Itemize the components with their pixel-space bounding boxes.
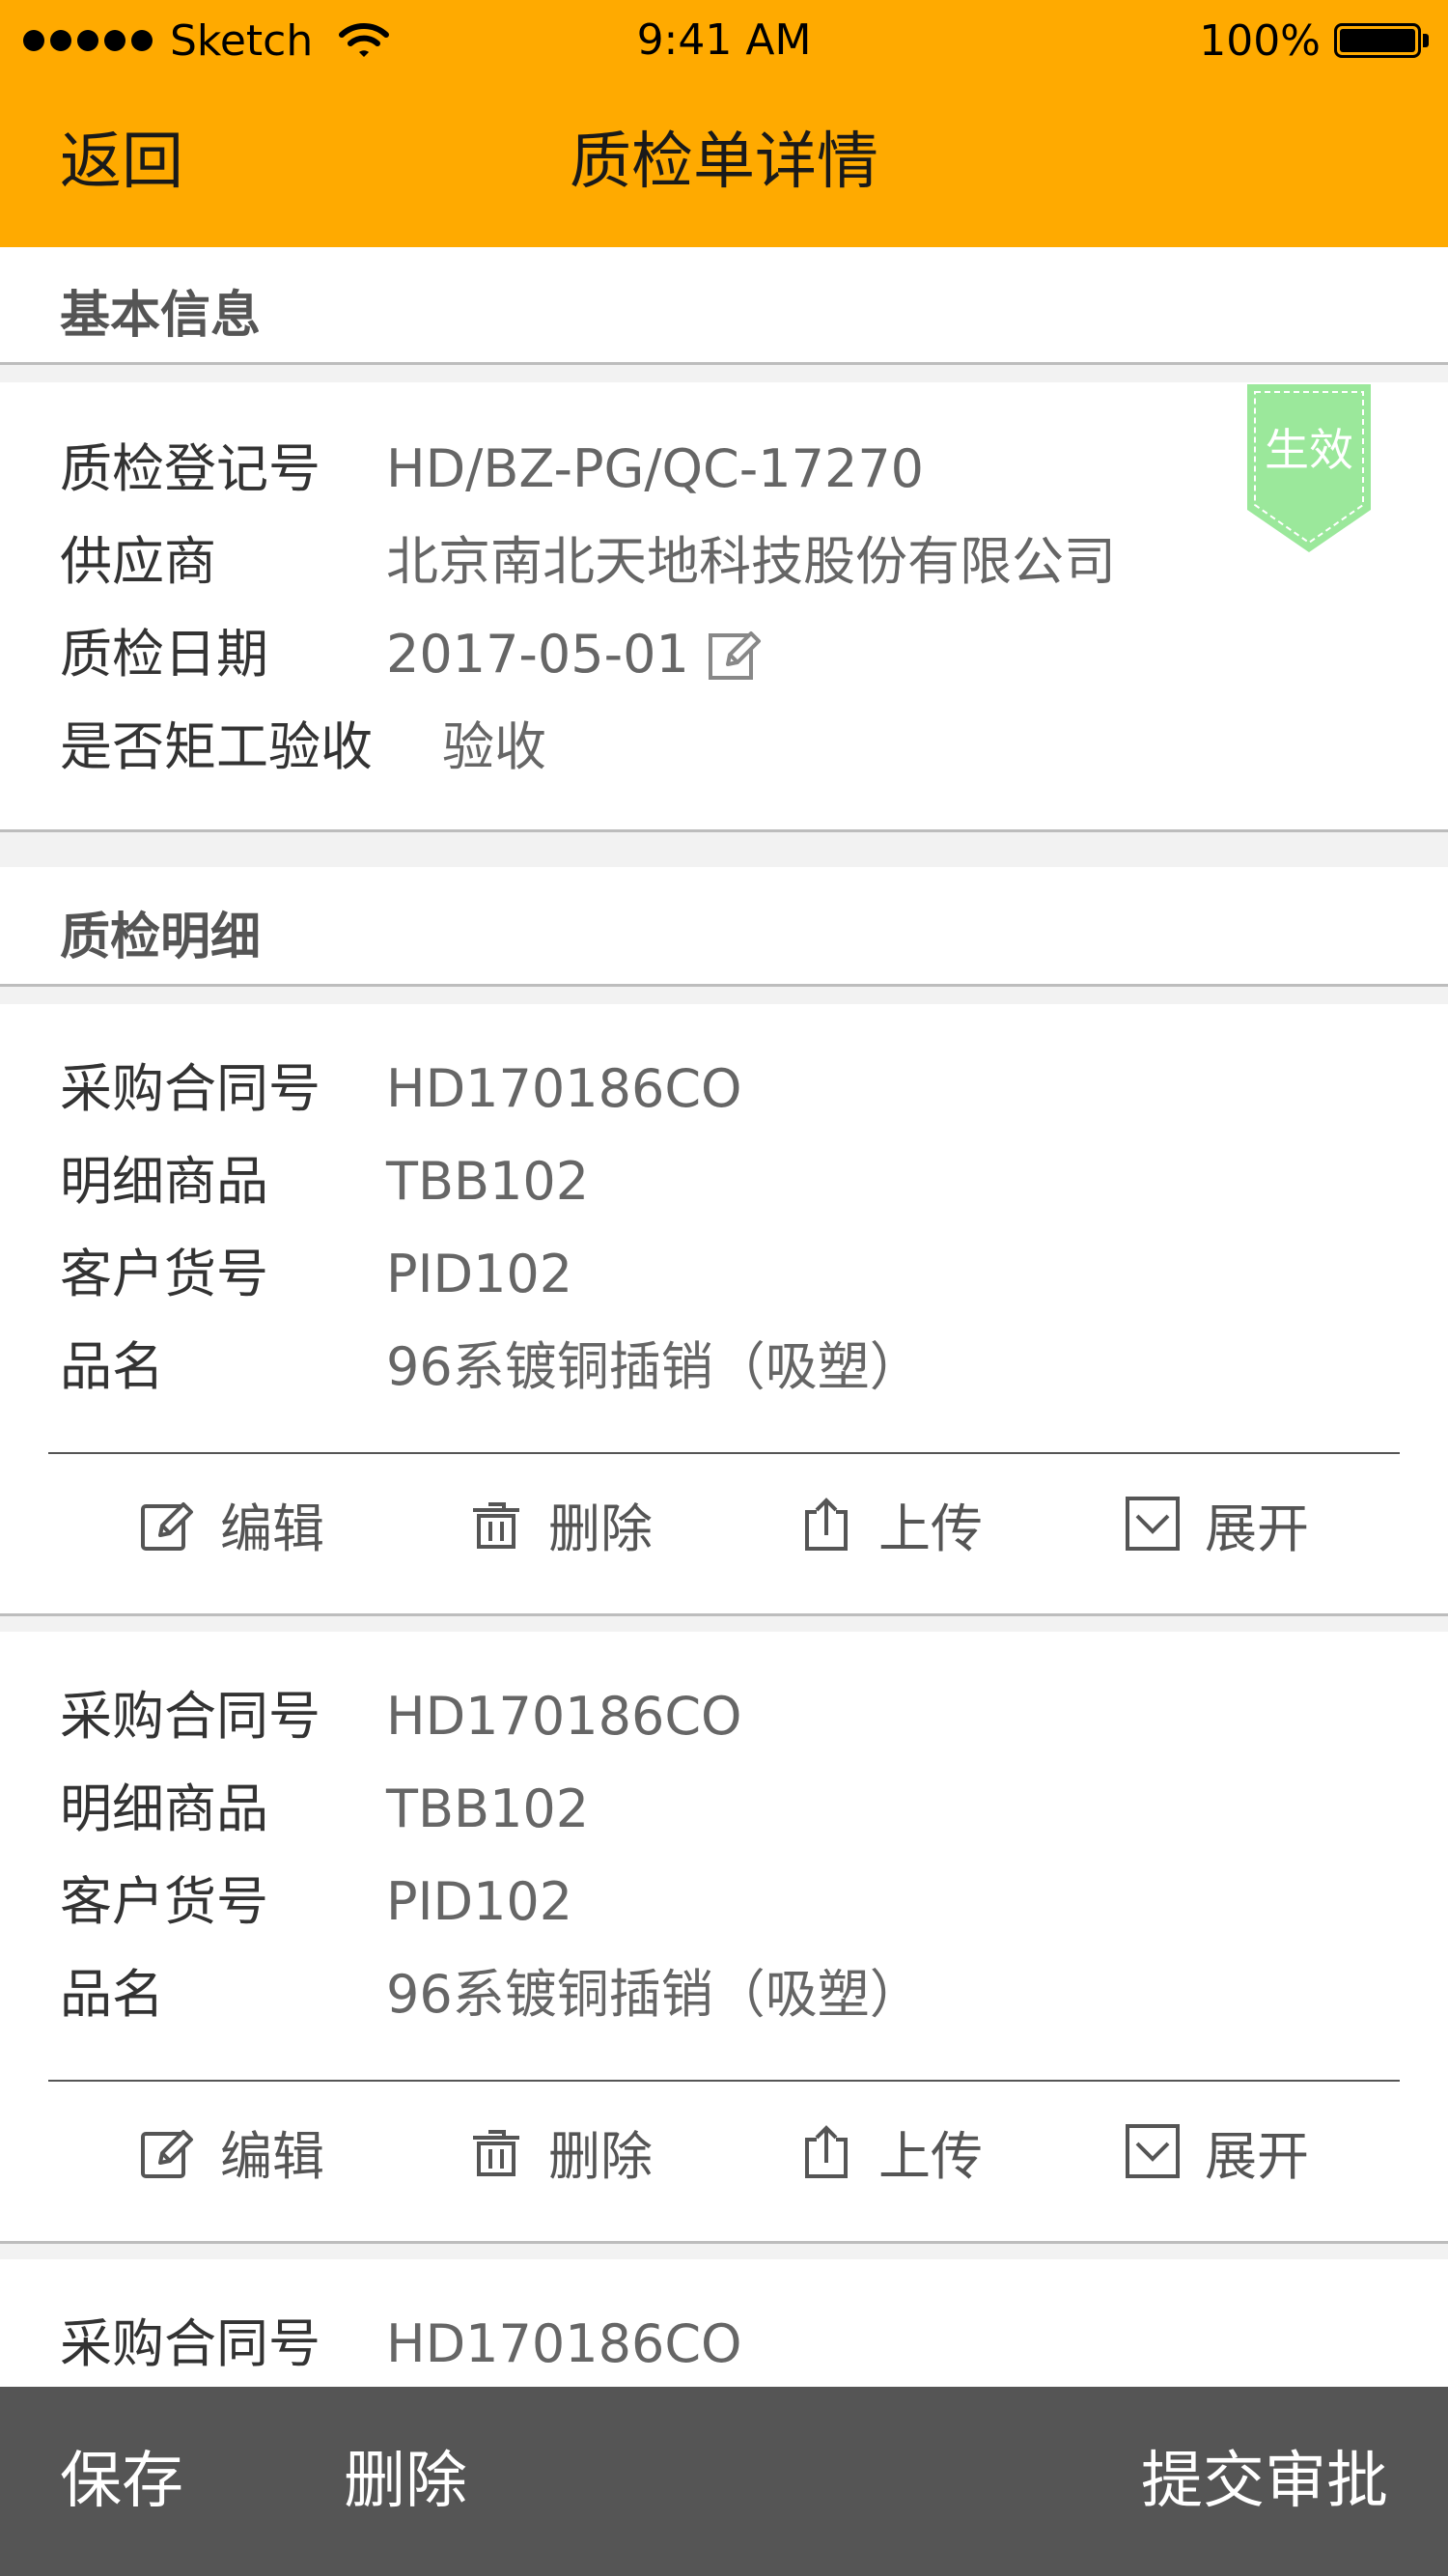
item-name-row: 品名 96系镀铜插销（吸塑）	[60, 1956, 922, 2033]
delete-label: 删除	[548, 1498, 653, 1559]
item-label: 品名	[60, 1964, 164, 2025]
item-label: 采购合同号	[60, 2313, 320, 2374]
expand-button[interactable]: 展开	[1124, 1485, 1309, 1562]
field-acceptance: 是否矩工验收 验收	[60, 709, 546, 786]
delete-label: 删除	[548, 2125, 653, 2187]
item-value: TBB102	[386, 1151, 590, 1212]
item-label: 品名	[60, 1336, 164, 1397]
item-label: 客户货号	[60, 1871, 268, 1932]
edit-icon	[141, 1502, 193, 1551]
item-customer-no-row: 客户货号 PID102	[60, 1236, 572, 1313]
expand-button[interactable]: 展开	[1124, 2113, 1309, 2190]
detail-item-card: 采购合同号 HD170186CO 明细商品 TBB102 客户货号 PID102…	[0, 1632, 1448, 2244]
battery-cap	[1423, 34, 1429, 47]
field-value: 北京南北天地科技股份有限公司	[386, 531, 1116, 592]
edit-icon	[141, 2130, 193, 2178]
edit-button[interactable]: 编辑	[139, 2113, 324, 2190]
item-value: 96系镀铜插销（吸塑）	[386, 1964, 922, 2025]
item-value: HD170186CO	[386, 2313, 742, 2374]
upload-button[interactable]: 上传	[797, 1485, 983, 1562]
badge-text: 生效	[1265, 424, 1353, 476]
field-value: 2017-05-01	[386, 624, 689, 685]
detail-item-card: 采购合同号 HD170186CO 明细商品 TBB102 客户货号 PID102…	[0, 1004, 1448, 1616]
item-divider	[48, 2080, 1400, 2082]
expand-icon	[1126, 2124, 1180, 2178]
edit-label: 编辑	[220, 1498, 324, 1559]
field-value: HD/BZ-PG/QC-17270	[386, 438, 925, 499]
field-label: 是否矩工验收	[60, 716, 373, 777]
app-header: Sketch 9:41 AM 100% 返回 质检单详情	[0, 0, 1448, 247]
delete-order-button[interactable]: 删除	[344, 2443, 467, 2520]
field-registration-no: 质检登记号 HD/BZ-PG/QC-17270	[60, 431, 924, 508]
field-value: 验收	[442, 716, 546, 777]
upload-label: 上传	[878, 1498, 983, 1559]
basic-info-card: 质检登记号 HD/BZ-PG/QC-17270 供应商 北京南北天地科技股份有限…	[0, 382, 1448, 832]
item-label: 明细商品	[60, 1778, 268, 1839]
save-button[interactable]: 保存	[60, 2443, 183, 2520]
item-name-row: 品名 96系镀铜插销（吸塑）	[60, 1329, 922, 1406]
status-bar: Sketch 9:41 AM 100%	[0, 0, 1448, 77]
edit-button[interactable]: 编辑	[139, 1485, 324, 1562]
item-contract-row: 采购合同号 HD170186CO	[60, 2306, 742, 2383]
item-contract-row: 采购合同号 HD170186CO	[60, 1050, 742, 1128]
status-right: 100%	[1199, 12, 1429, 70]
item-product-row: 明细商品 TBB102	[60, 1143, 589, 1220]
delete-button[interactable]: 删除	[467, 2113, 653, 2190]
field-label: 供应商	[60, 531, 216, 592]
item-label: 明细商品	[60, 1151, 268, 1212]
item-value: HD170186CO	[386, 1686, 742, 1747]
battery-percent: 100%	[1199, 15, 1321, 66]
delete-button[interactable]: 删除	[467, 1485, 653, 1562]
item-divider	[48, 1452, 1400, 1454]
upload-label: 上传	[878, 2125, 983, 2187]
field-label: 质检登记号	[60, 438, 320, 499]
field-supplier: 供应商 北京南北天地科技股份有限公司	[60, 523, 1116, 601]
item-label: 采购合同号	[60, 1686, 320, 1747]
submit-approval-button[interactable]: 提交审批	[1141, 2443, 1388, 2520]
edit-icon[interactable]	[707, 626, 763, 682]
battery-icon	[1334, 23, 1421, 58]
item-value: HD170186CO	[386, 1058, 742, 1119]
item-label: 客户货号	[60, 1244, 268, 1304]
upload-icon	[805, 2125, 848, 2178]
item-label: 采购合同号	[60, 1058, 320, 1119]
bottom-action-bar: 保存 删除 提交审批	[0, 2387, 1448, 2576]
details-heading-text: 质检明细	[60, 909, 262, 966]
upload-button[interactable]: 上传	[797, 2113, 983, 2190]
expand-label: 展开	[1205, 2125, 1309, 2187]
page-title: 质检单详情	[570, 126, 878, 198]
field-inspection-date: 质检日期 2017-05-01	[60, 616, 689, 693]
item-contract-row: 采购合同号 HD170186CO	[60, 1678, 742, 1755]
trash-icon	[473, 1502, 519, 1549]
field-label: 质检日期	[60, 624, 268, 685]
item-value: 96系镀铜插销（吸塑）	[386, 1336, 922, 1397]
item-value: PID102	[386, 1244, 573, 1304]
item-product-row: 明细商品 TBB102	[60, 1771, 589, 1848]
expand-label: 展开	[1205, 1498, 1309, 1559]
trash-icon	[473, 2130, 519, 2176]
expand-icon	[1126, 1497, 1180, 1551]
details-heading: 质检明细	[0, 867, 1448, 987]
item-value: TBB102	[386, 1778, 590, 1839]
status-badge: 生效	[1247, 384, 1371, 552]
basic-info-heading: 基本信息	[0, 247, 1448, 365]
item-value: PID102	[386, 1871, 573, 1932]
item-customer-no-row: 客户货号 PID102	[60, 1863, 572, 1941]
edit-label: 编辑	[220, 2125, 324, 2187]
upload-icon	[805, 1498, 848, 1551]
basic-info-heading-text: 基本信息	[60, 287, 262, 345]
